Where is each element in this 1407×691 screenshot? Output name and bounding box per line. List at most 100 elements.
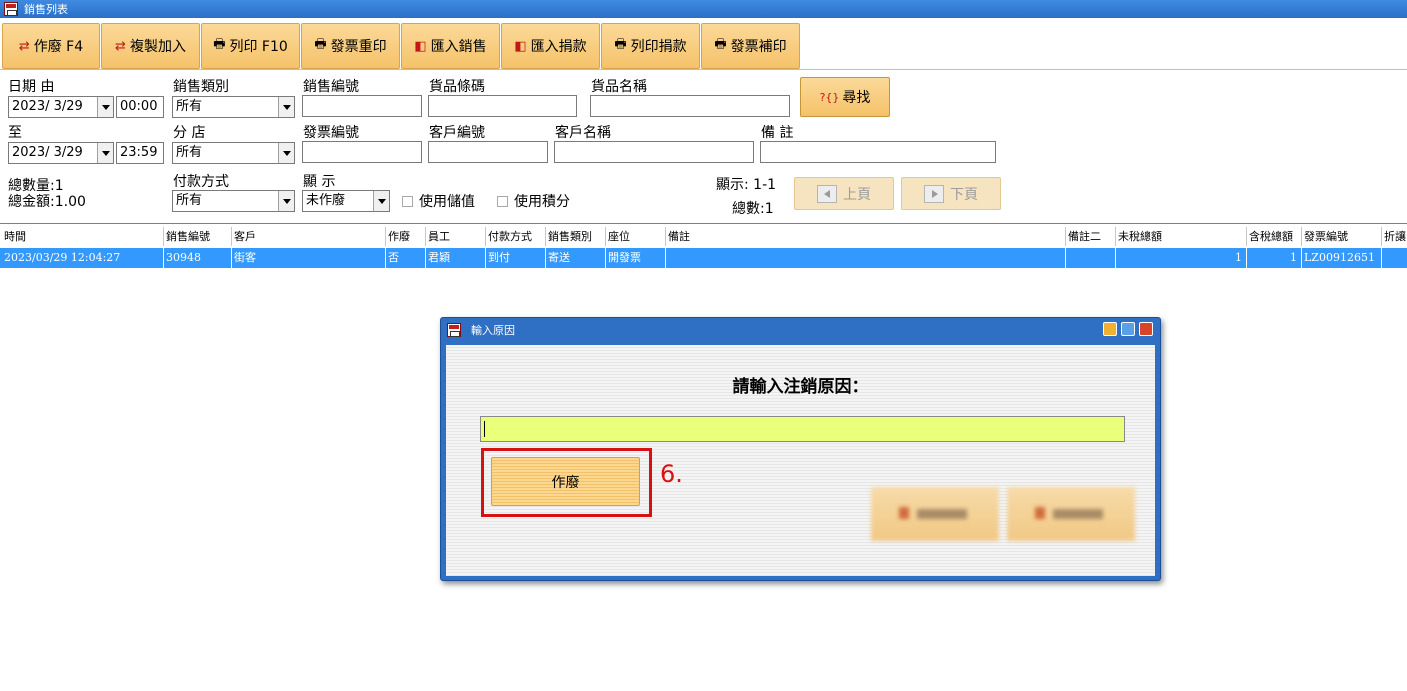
customer-no-input[interactable] xyxy=(428,141,548,163)
date-from-picker[interactable]: 2023/ 3/29 xyxy=(8,96,114,118)
swap-arrows-icon: ⇄ xyxy=(18,38,30,54)
invoice-supplement-button[interactable]: 🖶 發票補印 xyxy=(701,23,800,69)
text-caret xyxy=(484,421,485,437)
printer-icon: 🖶 xyxy=(614,37,627,52)
reason-input[interactable] xyxy=(480,416,1125,442)
column-header[interactable]: 座位 xyxy=(606,227,666,246)
display-range: 顯示: 1-1 xyxy=(716,177,777,193)
app-window: 銷售列表 ⇄ 作廢 F4 ⇄ 複製加入 🖶 列印 F10 🖶 發票重印 ◧ 匯入銷售 ◧ 匯… xyxy=(0,0,1407,691)
table-cell: 1 xyxy=(1247,248,1302,268)
date-to-label: 至 xyxy=(8,125,22,141)
time-from-input[interactable]: 00:00 xyxy=(116,96,164,118)
use-points-checkbox[interactable]: 使用積分 xyxy=(497,191,570,211)
print-donation-button[interactable]: 🖶 列印捐款 xyxy=(601,23,700,69)
column-header[interactable]: 時間 xyxy=(2,227,164,246)
chevron-down-icon[interactable] xyxy=(278,143,294,163)
sale-no-label: 銷售編號 xyxy=(303,79,359,95)
checkbox-icon xyxy=(402,195,413,207)
branch-label: 分 店 xyxy=(173,125,206,141)
column-header[interactable]: 備註二 xyxy=(1066,227,1116,246)
minimize-icon[interactable] xyxy=(1103,322,1117,336)
blurred-button[interactable] xyxy=(871,487,999,541)
column-header[interactable]: 發票編號 xyxy=(1302,227,1382,246)
find-button[interactable]: ?{} 尋找 xyxy=(800,77,890,117)
reason-dialog: 輸入原因 請輸入注銷原因： 作廢 6. xyxy=(440,317,1161,581)
confirm-void-button[interactable]: 作廢 xyxy=(491,457,640,506)
find-icon: ?{} xyxy=(819,90,840,104)
table-cell: 君穎 xyxy=(426,248,486,268)
table-cell: 街客 xyxy=(232,248,386,268)
remark-label: 備 註 xyxy=(761,125,794,141)
sale-type-label: 銷售類別 xyxy=(173,79,229,95)
table-cell xyxy=(1382,248,1407,268)
swap-arrows-icon: ⇄ xyxy=(115,38,126,54)
close-icon[interactable] xyxy=(1139,322,1153,336)
sale-type-select[interactable]: 所有 xyxy=(172,96,295,118)
column-header[interactable]: 付款方式 xyxy=(486,227,546,246)
chevron-down-icon[interactable] xyxy=(278,191,294,211)
column-header[interactable]: 客戶 xyxy=(232,227,386,246)
import-sales-button[interactable]: ◧ 匯入銷售 xyxy=(401,23,500,69)
app-logo-icon xyxy=(4,2,18,16)
column-header[interactable]: 備註 xyxy=(666,227,1066,246)
import-donation-button[interactable]: ◧ 匯入捐款 xyxy=(501,23,600,69)
payment-select[interactable]: 所有 xyxy=(172,190,295,212)
dialog-title: 輸入原因 xyxy=(471,324,515,337)
use-stored-value-checkbox[interactable]: 使用儲值 xyxy=(402,191,475,211)
customer-no-label: 客戶編號 xyxy=(429,125,485,141)
prev-arrow-icon xyxy=(817,184,837,203)
column-header[interactable]: 員工 xyxy=(426,227,486,246)
barcode-input[interactable] xyxy=(428,95,577,117)
invoice-reprint-button[interactable]: 🖶 發票重印 xyxy=(301,23,400,69)
void-button[interactable]: ⇄ 作廢 F4 xyxy=(2,23,100,69)
dialog-title-bar[interactable]: 輸入原因 xyxy=(441,318,1160,342)
column-header[interactable]: 銷售類別 xyxy=(546,227,606,246)
blurred-button[interactable] xyxy=(1007,487,1135,541)
column-header[interactable]: 銷售編號 xyxy=(164,227,232,246)
checkbox-icon xyxy=(497,195,508,207)
next-page-button[interactable]: 下頁 xyxy=(901,177,1001,210)
display-select[interactable]: 未作廢 xyxy=(302,190,390,212)
display-label: 顯 示 xyxy=(303,174,336,190)
total-amount: 總金額:1.00 xyxy=(8,194,86,210)
dialog-body: 請輸入注銷原因： 作廢 6. xyxy=(446,345,1155,576)
dialog-prompt: 請輸入注銷原因： xyxy=(732,377,869,397)
product-name-input[interactable] xyxy=(590,95,790,117)
column-header[interactable]: 作廢 xyxy=(386,227,426,246)
table-cell xyxy=(1066,248,1116,268)
column-header[interactable]: 折讓 xyxy=(1382,227,1407,246)
date-to-picker[interactable]: 2023/ 3/29 xyxy=(8,142,114,164)
column-header[interactable]: 未稅總額 xyxy=(1116,227,1247,246)
copy-add-button[interactable]: ⇄ 複製加入 xyxy=(101,23,200,69)
invoice-no-input[interactable] xyxy=(302,141,422,163)
time-to-input[interactable]: 23:59 xyxy=(116,142,164,164)
maximize-icon[interactable] xyxy=(1121,322,1135,336)
chevron-down-icon[interactable] xyxy=(373,191,389,211)
print-button[interactable]: 🖶 列印 F10 xyxy=(201,23,300,69)
chevron-down-icon[interactable] xyxy=(278,97,294,117)
table-cell: 寄送 xyxy=(546,248,606,268)
table-row[interactable]: 2023/03/29 12:04:27 30948 街客 否 君穎 到付 寄送 … xyxy=(0,248,1407,268)
table-header: 時間 銷售編號 客戶 作廢 員工 付款方式 銷售類別 座位 備註 備註二 未稅總… xyxy=(0,227,1407,246)
title-bar: 銷售列表 xyxy=(0,0,1407,18)
payment-label: 付款方式 xyxy=(173,174,229,190)
prev-page-button[interactable]: 上頁 xyxy=(794,177,894,210)
table-cell: 30948 xyxy=(164,248,232,268)
sale-no-input[interactable] xyxy=(302,95,422,117)
date-from-label: 日期 由 xyxy=(8,79,55,95)
step-number-label: 6. xyxy=(660,460,683,488)
total-count: 總數:1 xyxy=(732,201,774,217)
printer-icon: 🖶 xyxy=(714,37,727,52)
chevron-down-icon[interactable] xyxy=(97,97,113,117)
customer-name-input[interactable] xyxy=(554,141,754,163)
column-header[interactable]: 含稅總額 xyxy=(1247,227,1302,246)
branch-select[interactable]: 所有 xyxy=(172,142,295,164)
chevron-down-icon[interactable] xyxy=(97,143,113,163)
remark-input[interactable] xyxy=(760,141,996,163)
invoice-no-label: 發票編號 xyxy=(303,125,359,141)
table-cell: 開發票 xyxy=(606,248,666,268)
next-arrow-icon xyxy=(924,184,944,203)
barcode-label: 貨品條碼 xyxy=(429,79,485,95)
table-cell: 否 xyxy=(386,248,426,268)
table-cell: 到付 xyxy=(486,248,546,268)
